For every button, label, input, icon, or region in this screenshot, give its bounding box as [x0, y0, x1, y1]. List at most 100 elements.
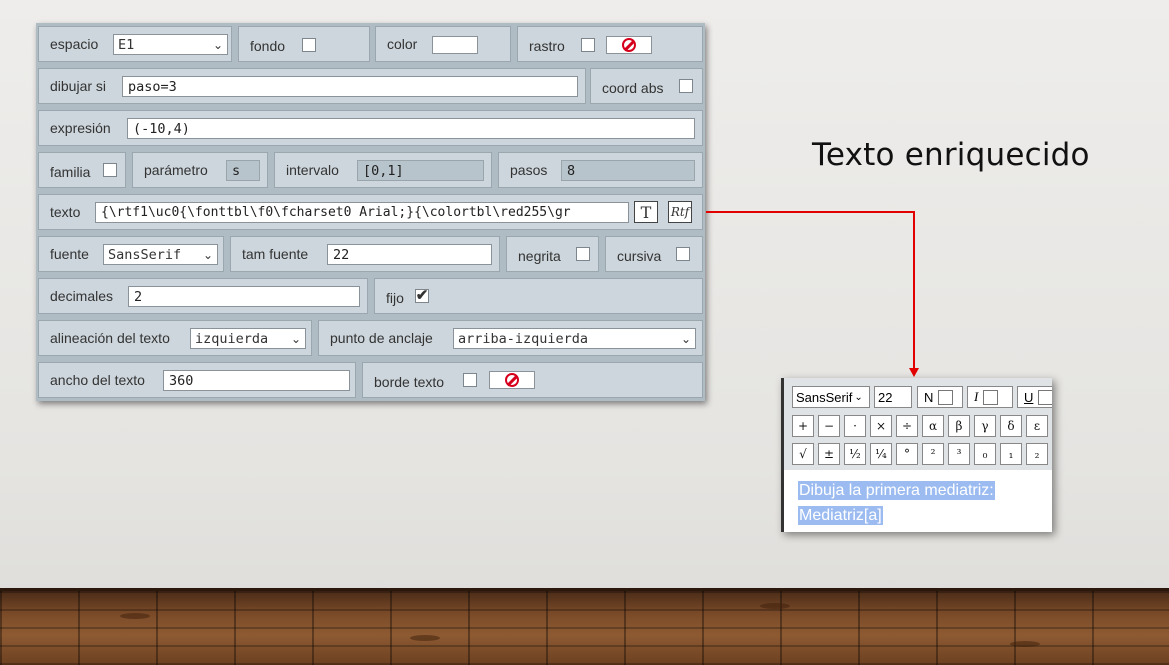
- tam-fuente-input[interactable]: 22: [327, 244, 492, 265]
- symbol-button[interactable]: ¼: [870, 443, 892, 465]
- tam-fuente-label: tam fuente: [242, 246, 309, 262]
- dibujar-si-input[interactable]: paso=3: [122, 76, 578, 97]
- fijo-label: fijo: [386, 290, 404, 306]
- rastro-color-button[interactable]: [606, 36, 652, 54]
- symbol-button[interactable]: ½: [844, 443, 866, 465]
- fijo-checkbox[interactable]: ✔: [415, 287, 429, 304]
- familia-checkbox[interactable]: [103, 163, 117, 177]
- decimales-label: decimales: [50, 288, 114, 304]
- familia-label: familia: [50, 164, 91, 180]
- symbol-button[interactable]: ·: [844, 415, 866, 437]
- no-color-icon: [505, 373, 519, 387]
- cursiva-checkbox[interactable]: [676, 247, 690, 261]
- intervalo-cell: intervalo [0,1]: [274, 152, 492, 188]
- symbol-button[interactable]: +: [792, 415, 814, 437]
- color-picker-button[interactable]: [432, 36, 478, 54]
- symbol-button[interactable]: ±: [818, 443, 840, 465]
- alineacion-select[interactable]: izquierda ⌄: [190, 328, 306, 349]
- fondo-checkbox[interactable]: [302, 38, 316, 52]
- symbol-button[interactable]: α: [922, 415, 944, 437]
- decimales-input[interactable]: 2: [128, 286, 360, 307]
- checkmark-icon: ✔: [415, 287, 429, 304]
- bold-button[interactable]: N: [917, 386, 963, 408]
- editor-line-2: Mediatriz[a]: [798, 506, 883, 525]
- editor-line-1: Dibuja la primera mediatriz:: [798, 481, 995, 500]
- properties-panel: espacio E1 ⌄ fondo color rastro dibujar …: [36, 23, 705, 401]
- italic-icon: I: [974, 389, 979, 404]
- borde-color-button[interactable]: [489, 371, 535, 389]
- ancho-input[interactable]: 360: [163, 370, 350, 391]
- symbol-button[interactable]: β: [948, 415, 970, 437]
- symbol-button[interactable]: ×: [870, 415, 892, 437]
- fondo-cell: fondo: [238, 26, 370, 62]
- bold-icon: N: [924, 389, 934, 405]
- bold-checkbox: [938, 389, 954, 405]
- decimales-cell: decimales 2: [38, 278, 368, 314]
- connector-line: [706, 211, 915, 213]
- slide-heading: Texto enriquecido: [812, 137, 1090, 173]
- chevron-down-icon: ⌄: [212, 37, 223, 52]
- symbol-button[interactable]: ³: [948, 443, 970, 465]
- symbol-button[interactable]: ÷: [896, 415, 918, 437]
- fuente-select[interactable]: SansSerif ⌄: [103, 244, 218, 265]
- cursiva-cell: cursiva: [605, 236, 703, 272]
- borde-texto-checkbox[interactable]: [463, 373, 477, 387]
- connector-line-vertical: [913, 211, 915, 371]
- symbol-button[interactable]: ₁: [1000, 443, 1022, 465]
- editor-content[interactable]: Dibuja la primera mediatriz: Mediatriz[a…: [798, 478, 995, 528]
- coord-abs-checkbox[interactable]: [679, 79, 693, 93]
- symbol-button[interactable]: ₂: [1026, 443, 1048, 465]
- symbol-button[interactable]: ²: [922, 443, 944, 465]
- rastro-label: rastro: [529, 38, 565, 54]
- rtf-button[interactable]: Rtf: [668, 201, 692, 223]
- symbol-button[interactable]: −: [818, 415, 840, 437]
- espacio-cell: espacio E1 ⌄: [38, 26, 232, 62]
- editor-toolbar: SansSerif ⌄ 22 N I U + − · × ÷ α β γ δ ε √ ± ½ ¼ ° ² ³ ₀…: [784, 378, 1052, 470]
- expresion-input[interactable]: (-10,4): [127, 118, 695, 139]
- fondo-label: fondo: [250, 38, 286, 54]
- underline-checkbox: [1038, 389, 1052, 405]
- rastro-checkbox[interactable]: [581, 38, 595, 52]
- anclaje-value: arriba-izquierda: [458, 330, 589, 347]
- fuente-value: SansSerif: [108, 246, 182, 263]
- no-color-icon: [622, 38, 636, 52]
- parametro-cell: parámetro s: [132, 152, 268, 188]
- editor-size-input[interactable]: 22: [874, 386, 912, 408]
- editor-font-select[interactable]: SansSerif ⌄: [792, 386, 870, 408]
- symbol-button[interactable]: √: [792, 443, 814, 465]
- chevron-down-icon: ⌄: [854, 391, 863, 403]
- espacio-label: espacio: [50, 36, 99, 52]
- symbol-button[interactable]: ε: [1026, 415, 1048, 437]
- fuente-cell: fuente SansSerif ⌄: [38, 236, 224, 272]
- symbol-button[interactable]: ₀: [974, 443, 996, 465]
- alineacion-value: izquierda: [195, 330, 269, 347]
- color-label: color: [387, 36, 418, 52]
- underline-icon: U: [1024, 389, 1034, 405]
- texto-input[interactable]: {\rtf1\uc0{\fonttbl\f0\fcharset0 Arial;}…: [95, 202, 629, 223]
- underline-button[interactable]: U: [1017, 386, 1052, 408]
- anclaje-select[interactable]: arriba-izquierda ⌄: [453, 328, 696, 349]
- alineacion-cell: alineación del texto izquierda ⌄: [38, 320, 312, 356]
- parametro-input[interactable]: s: [226, 160, 260, 181]
- ancho-label: ancho del texto: [50, 372, 145, 388]
- negrita-checkbox[interactable]: [576, 247, 590, 261]
- symbol-button[interactable]: δ: [1000, 415, 1022, 437]
- ancho-cell: ancho del texto 360: [38, 362, 356, 398]
- italic-button[interactable]: I: [967, 386, 1013, 408]
- parametro-label: parámetro: [144, 162, 208, 178]
- cursiva-label: cursiva: [617, 248, 662, 264]
- fijo-cell: fijo ✔: [374, 278, 703, 314]
- expresion-label: expresión: [50, 120, 111, 136]
- text-style-button[interactable]: T: [634, 201, 658, 223]
- symbol-button[interactable]: γ: [974, 415, 996, 437]
- symbol-button[interactable]: °: [896, 443, 918, 465]
- fuente-label: fuente: [50, 246, 89, 262]
- rich-text-editor: SansSerif ⌄ 22 N I U + − · × ÷ α β γ δ ε √ ± ½ ¼ ° ² ³ ₀…: [781, 378, 1052, 532]
- rtf-icon: Rtf: [670, 205, 690, 219]
- pasos-input[interactable]: 8: [561, 160, 695, 181]
- expresion-cell: expresión (-10,4): [38, 110, 703, 146]
- espacio-select[interactable]: E1 ⌄: [113, 34, 228, 55]
- intervalo-input[interactable]: [0,1]: [357, 160, 484, 181]
- borde-texto-label: borde texto: [374, 374, 445, 390]
- texto-cell: texto {\rtf1\uc0{\fonttbl\f0\fcharset0 A…: [38, 194, 703, 230]
